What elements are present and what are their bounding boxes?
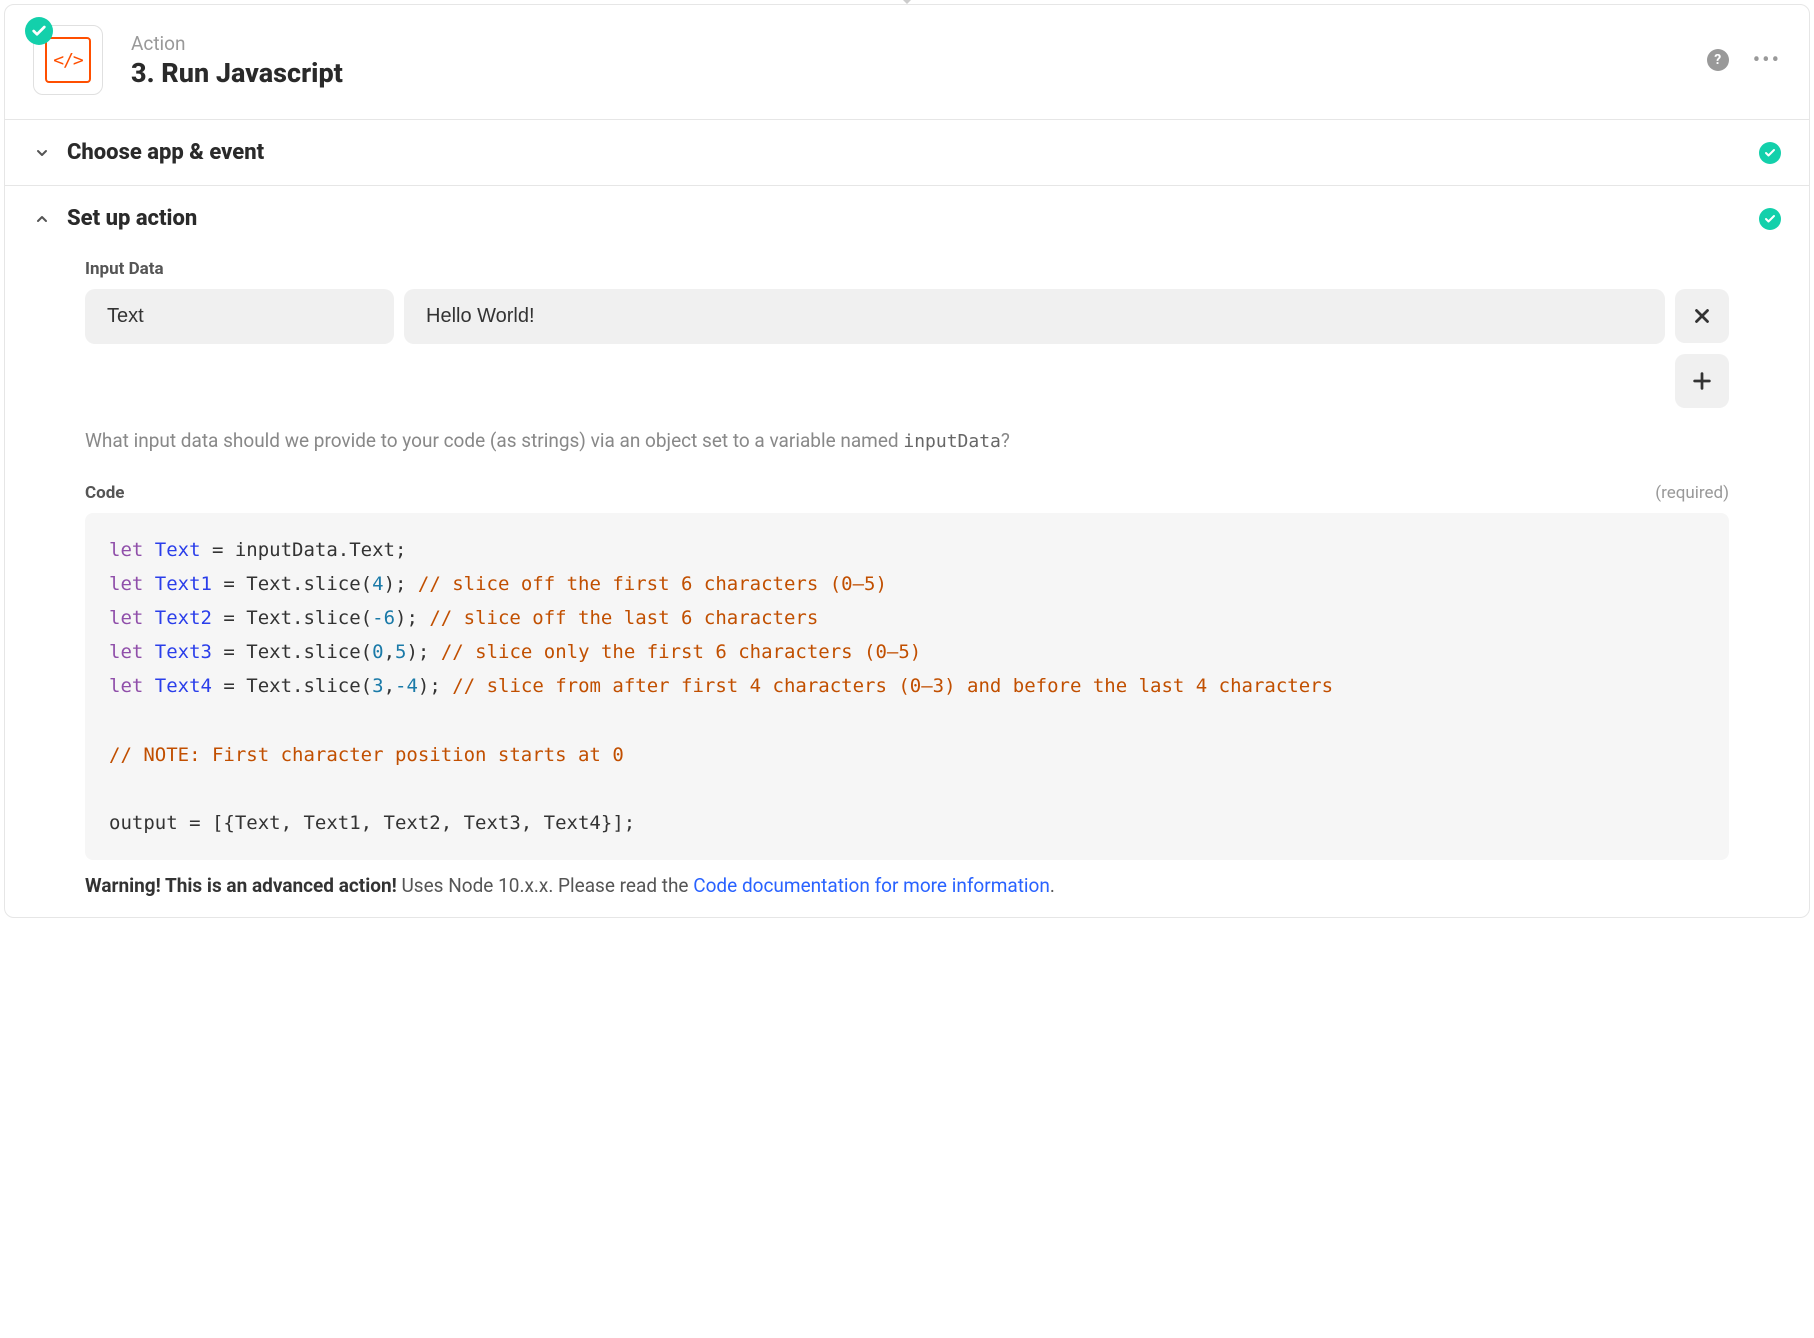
section-header-setup[interactable]: Set up action [5, 186, 1809, 251]
section-title: Choose app & event [67, 140, 1759, 165]
section-body-setup: Input Data What input data should we pro… [5, 251, 1809, 917]
chevron-up-icon [33, 211, 51, 227]
section-setup-action: Set up action Input Data [5, 186, 1809, 917]
input-key-field[interactable] [85, 289, 394, 344]
header-subtitle: Action [131, 32, 1707, 55]
remove-row-button[interactable] [1675, 289, 1729, 343]
status-check-badge [25, 17, 53, 45]
action-card: </> Action 3. Run Javascript ? ••• Choos… [4, 4, 1810, 918]
code-label: Code (required) [85, 483, 1729, 503]
warning-text: Warning! This is an advanced action! Use… [85, 874, 1729, 897]
code-docs-link[interactable]: Code documentation for more information [693, 874, 1050, 897]
input-data-label: Input Data [85, 259, 1729, 279]
input-value-field[interactable] [404, 289, 1665, 344]
chevron-down-icon [33, 145, 51, 161]
section-header-choose[interactable]: Choose app & event [5, 120, 1809, 185]
help-icon[interactable]: ? [1707, 49, 1729, 71]
code-editor[interactable]: let Text = inputData.Text; let Text1 = T… [85, 513, 1729, 861]
required-indicator: (required) [1655, 483, 1729, 503]
more-menu-icon[interactable]: ••• [1753, 48, 1781, 73]
header-title: 3. Run Javascript [131, 57, 1707, 89]
input-data-row [85, 289, 1729, 344]
card-header: </> Action 3. Run Javascript ? ••• [5, 5, 1809, 120]
section-complete-icon [1759, 142, 1781, 164]
add-row-button[interactable] [1675, 354, 1729, 408]
section-choose-app: Choose app & event [5, 120, 1809, 186]
section-complete-icon [1759, 208, 1781, 230]
section-title: Set up action [67, 206, 1759, 231]
code-icon: </> [45, 37, 91, 83]
input-data-help: What input data should we provide to you… [85, 428, 1729, 455]
